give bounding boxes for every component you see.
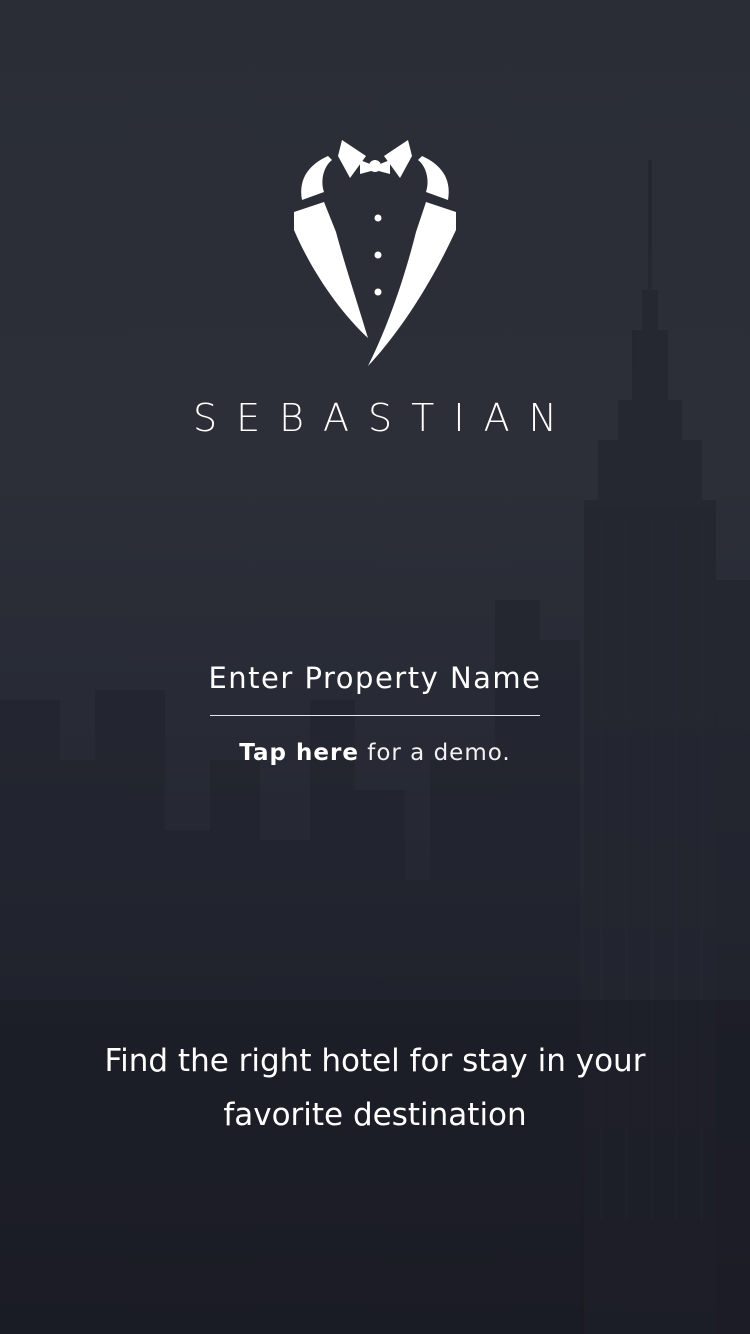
property-name-input[interactable]	[190, 650, 560, 706]
demo-prompt: Tap here for a demo.	[0, 736, 750, 770]
input-underline	[210, 715, 540, 716]
demo-link[interactable]: Tap here	[239, 740, 359, 766]
demo-suffix: for a demo.	[358, 740, 511, 766]
brand-name: SEBASTIAN	[193, 396, 576, 440]
login-screen: SEBASTIAN Tap here for a demo. Find the …	[0, 0, 750, 1334]
tuxedo-icon	[294, 140, 456, 366]
tagline: Find the right hotel for stay in your fa…	[104, 1043, 646, 1133]
